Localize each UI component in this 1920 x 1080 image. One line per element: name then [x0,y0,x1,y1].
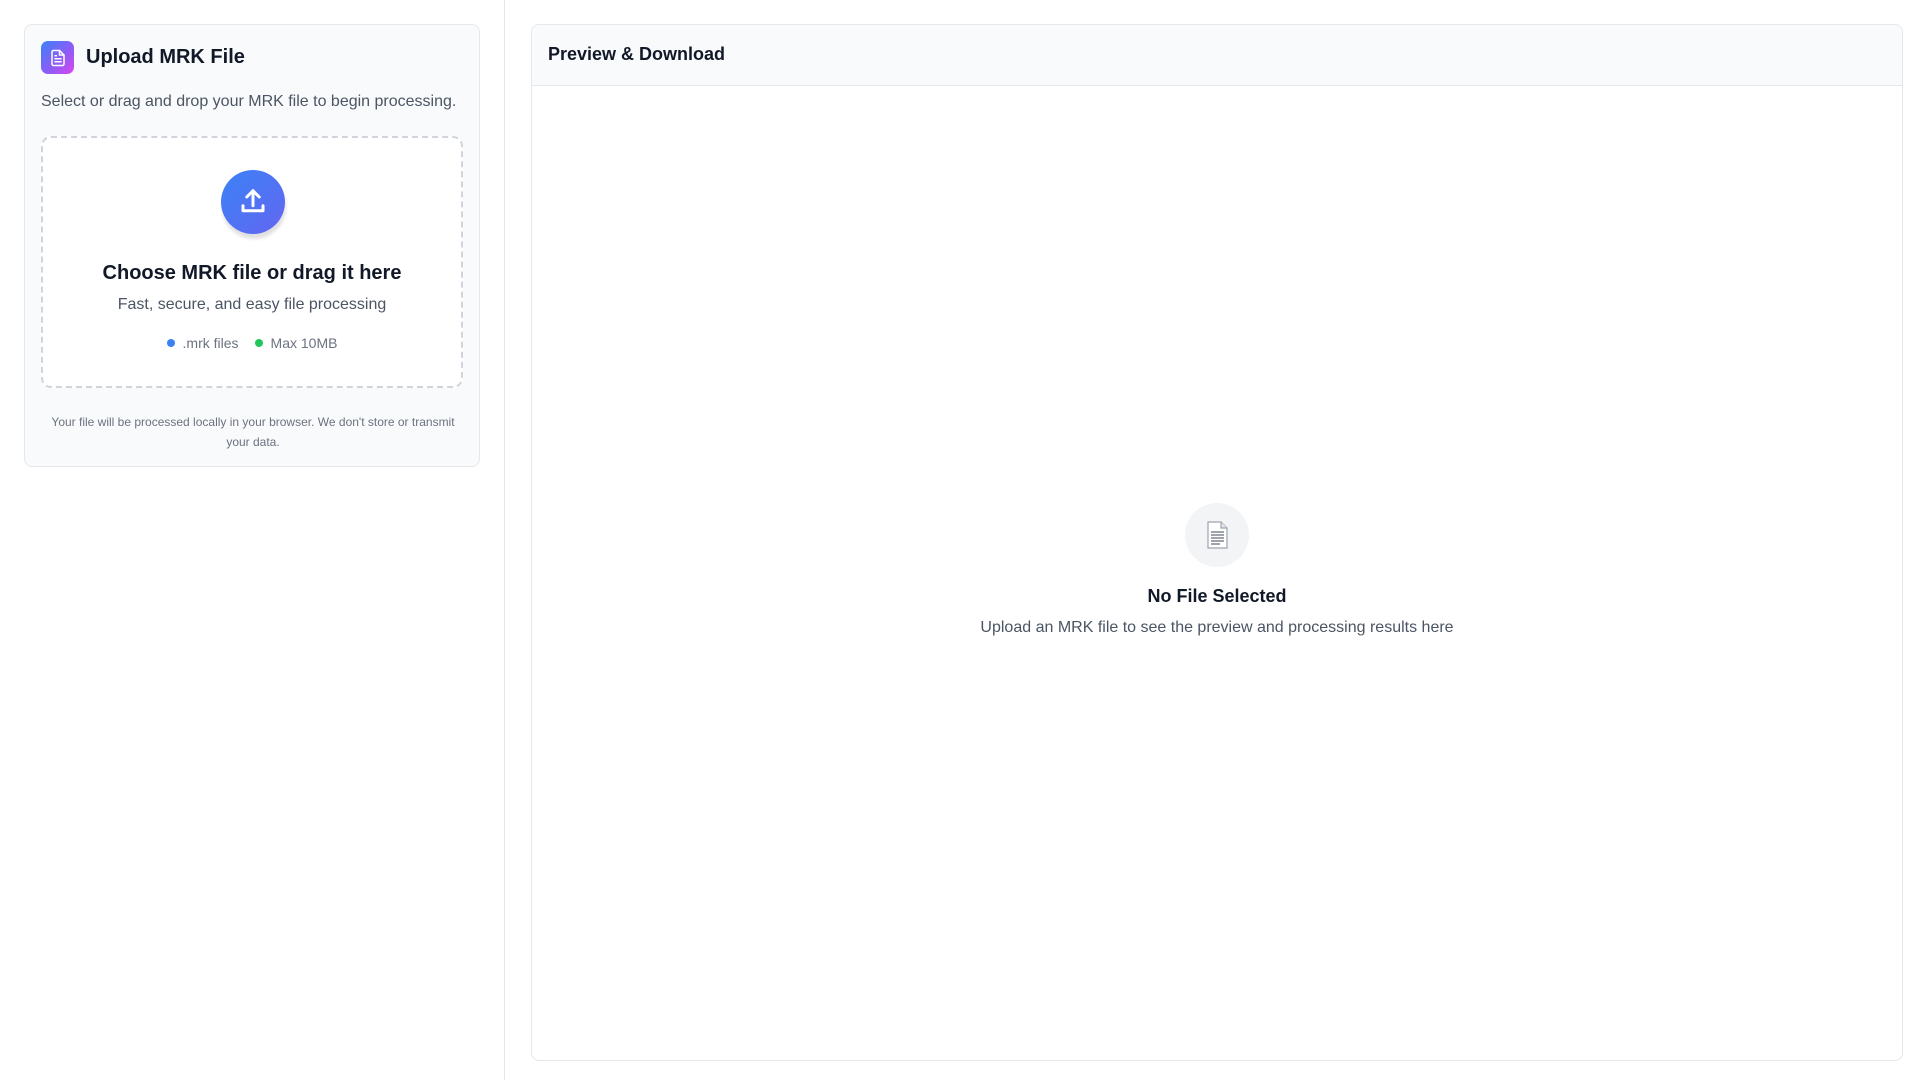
file-type-label: .mrk files [182,335,239,351]
privacy-note: Your file will be processed locally in y… [51,415,455,449]
upload-card-title: Upload MRK File [86,46,245,68]
upload-card-header: Upload MRK File [41,41,245,74]
file-type-chip: .mrk files [166,335,239,351]
dropzone-subtitle: Fast, secure, and easy file processing [117,296,387,313]
left-column: Upload MRK File Select or drag and drop … [0,0,505,1080]
green-dot-icon [254,339,263,347]
empty-state: No File Selected Upload an MRK file to s… [532,503,1902,637]
file-size-chip: Max 10MB [254,335,338,351]
file-constraints: .mrk files Max 10MB [43,335,461,351]
preview-header: Preview & Download [532,25,1902,86]
app-root: Upload MRK File Select or drag and drop … [0,0,1920,1080]
document-icon [41,41,74,74]
file-dropzone[interactable]: Choose MRK file or drag it here Fast, se… [41,136,463,388]
file-page-icon [1185,503,1249,567]
upload-card: Upload MRK File Select or drag and drop … [24,24,480,467]
empty-state-title: No File Selected [1147,586,1287,606]
dropzone-title: Choose MRK file or drag it here [102,262,402,284]
blue-dot-icon [166,339,175,347]
empty-state-subtitle: Upload an MRK file to see the preview an… [980,619,1454,636]
upload-icon[interactable] [221,170,285,234]
upload-card-subtitle: Select or drag and drop your MRK file to… [41,93,457,110]
preview-panel: Preview & Download No File Selected Uplo… [531,24,1903,1061]
file-size-label: Max 10MB [270,335,338,351]
preview-title: Preview & Download [548,44,726,64]
